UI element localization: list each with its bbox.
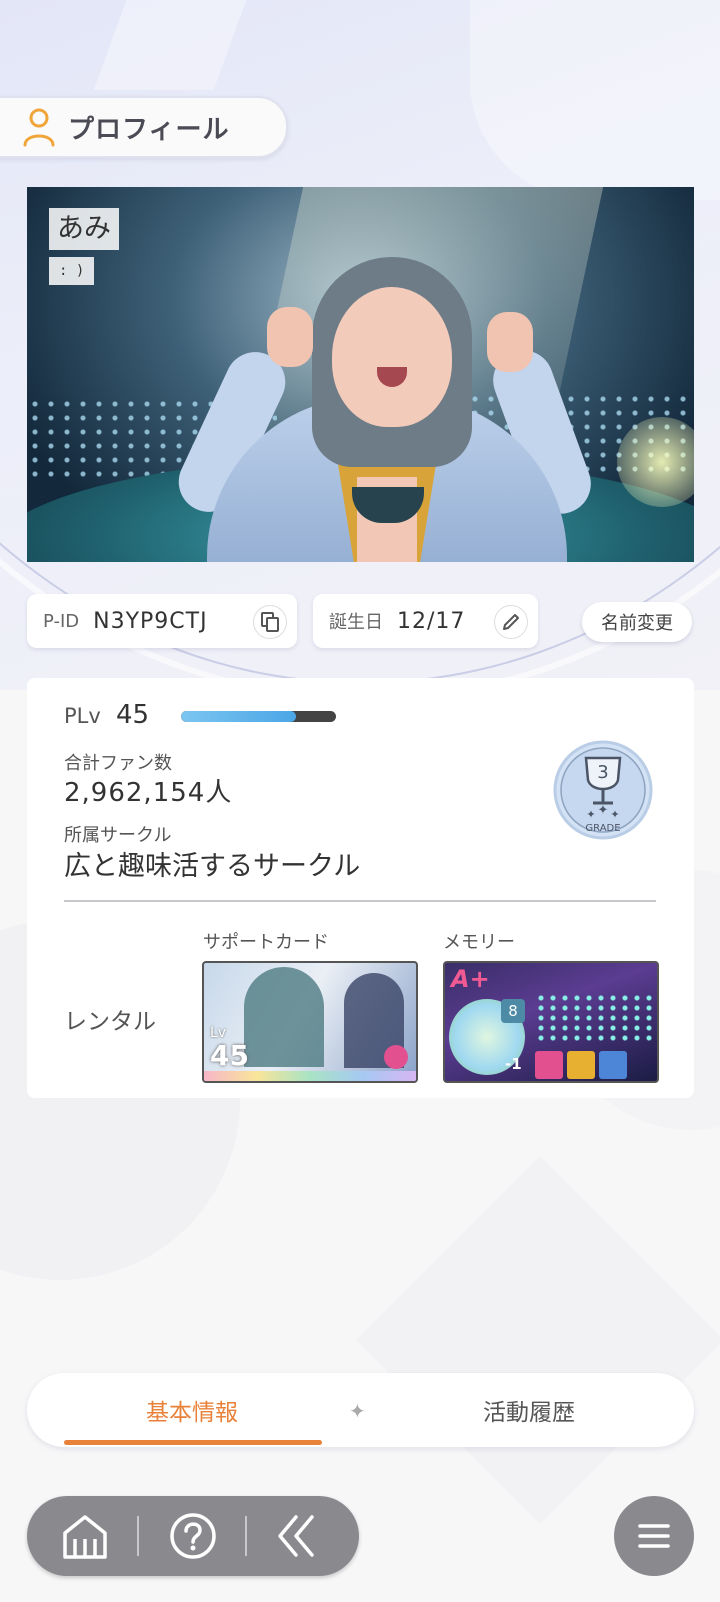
mic-icon	[535, 1051, 563, 1079]
pid-field: P-ID N3YP9CTJ	[27, 594, 297, 648]
divider	[64, 900, 656, 902]
star-icon: ✦	[586, 808, 595, 821]
birthday-value: 12/17	[397, 608, 466, 634]
tab-activity-history[interactable]: 活動履歴	[400, 1373, 658, 1447]
tab-bar: 基本情報 ✦ 活動履歴	[27, 1373, 694, 1447]
star-icon: ✦	[610, 808, 619, 821]
nav-divider	[245, 1516, 247, 1556]
rental-label: レンタル	[64, 1009, 156, 1035]
memory-rank: A+	[451, 965, 490, 993]
back-button[interactable]	[269, 1508, 325, 1564]
home-button[interactable]	[57, 1508, 113, 1564]
circle-value[interactable]: 広と趣味活するサークル	[64, 844, 360, 883]
exp-bar-fill	[181, 711, 296, 722]
card-character	[244, 967, 324, 1067]
rental-support-card[interactable]: Lv 45	[202, 961, 418, 1083]
back-icon	[278, 1515, 314, 1557]
copy-button[interactable]	[253, 605, 287, 639]
copy-icon	[261, 612, 279, 632]
memory-modifier: -1	[505, 1055, 522, 1073]
character-hand	[267, 307, 313, 367]
player-name: あみ	[49, 208, 119, 250]
fans-value: 2,962,154人	[64, 778, 233, 808]
profile-header: プロフィール	[0, 96, 288, 158]
support-card-label: サポートカード	[203, 932, 329, 953]
edit-birthday-button[interactable]	[494, 605, 528, 639]
memory-count: 8	[501, 999, 525, 1023]
nav-divider	[137, 1516, 139, 1556]
home-icon	[63, 1515, 107, 1559]
bottom-nav	[27, 1496, 359, 1576]
plv-value: 45	[116, 700, 150, 730]
dance-icon	[567, 1051, 595, 1079]
rename-button[interactable]: 名前変更	[582, 602, 692, 642]
memory-label: メモリー	[443, 932, 515, 953]
character-face	[332, 287, 452, 427]
player-comment: : )	[49, 257, 95, 285]
page-title: プロフィール	[68, 114, 230, 145]
tab-basic-info[interactable]: 基本情報	[63, 1373, 321, 1447]
profile-photo[interactable]	[27, 187, 694, 562]
card-level: 45	[210, 1039, 249, 1072]
pencil-icon	[503, 614, 519, 630]
plv-label: PLv	[64, 704, 101, 728]
active-tab-indicator	[64, 1440, 322, 1445]
star-icon: ✦	[598, 803, 609, 818]
menu-button[interactable]	[614, 1496, 694, 1576]
exp-bar	[181, 711, 336, 722]
menu-icon	[638, 1524, 670, 1548]
character-hand	[487, 312, 533, 372]
tab-separator-icon: ✦	[349, 1399, 366, 1423]
background-shape	[356, 1156, 720, 1524]
help-button[interactable]	[165, 1508, 221, 1564]
grade-badge[interactable]: 3 ✦ ✦ ✦ GRADE	[553, 740, 653, 840]
grade-number: 3	[597, 762, 608, 783]
birthday-field: 誕生日 12/17	[313, 594, 538, 648]
pid-value: N3YP9CTJ	[93, 608, 208, 634]
birthday-label: 誕生日	[329, 612, 383, 633]
pid-label: P-ID	[43, 610, 80, 632]
stage-lights	[535, 993, 653, 1043]
mic-icon	[384, 1045, 408, 1069]
shoe-icon	[599, 1051, 627, 1079]
card-rarity-strip	[204, 1071, 416, 1081]
person-icon	[23, 108, 55, 147]
grade-label: GRADE	[585, 823, 620, 834]
help-icon	[170, 1513, 216, 1559]
rental-memory-card[interactable]: A+ 8 -1	[443, 961, 659, 1083]
